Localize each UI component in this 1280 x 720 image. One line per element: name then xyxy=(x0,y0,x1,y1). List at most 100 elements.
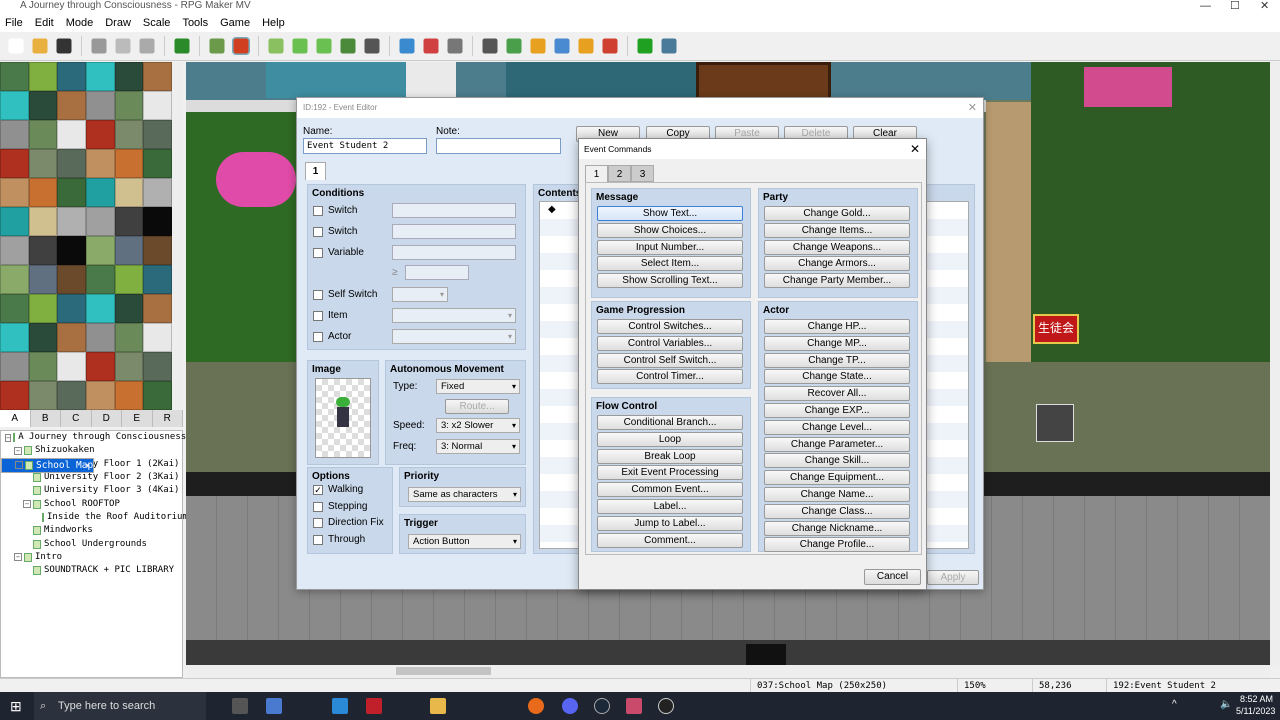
tile[interactable] xyxy=(85,381,115,410)
command-change-state-button[interactable]: Change State... xyxy=(764,369,910,385)
command-change-level-button[interactable]: Change Level... xyxy=(764,419,910,435)
command-conditional-branch-button[interactable]: Conditional Branch... xyxy=(597,415,743,430)
command-show-choices-button[interactable]: Show Choices... xyxy=(597,222,743,238)
command-control-timer-button[interactable]: Control Timer... xyxy=(597,369,743,385)
map-tree-item[interactable]: − School ROOFTOP xyxy=(1,497,182,510)
option-checkbox[interactable] xyxy=(313,518,323,528)
tile[interactable] xyxy=(0,120,29,149)
option-checkbox[interactable] xyxy=(313,501,323,512)
condition-checkbox[interactable] xyxy=(313,311,323,321)
event-image-picker[interactable] xyxy=(315,378,371,458)
rpg-maker-icon[interactable] xyxy=(626,698,642,714)
tile[interactable] xyxy=(143,236,172,265)
command-tab-2[interactable]: 2 xyxy=(608,165,631,182)
fill-icon[interactable] xyxy=(340,38,356,54)
tile[interactable] xyxy=(0,178,29,207)
condition-checkbox[interactable] xyxy=(313,332,323,342)
command-loop-button[interactable]: Loop xyxy=(597,431,743,447)
taskbar-search[interactable]: ⌕ Type here to search xyxy=(34,692,206,720)
condition-field[interactable] xyxy=(392,308,516,323)
tile[interactable] xyxy=(143,207,172,236)
condition-field[interactable] xyxy=(392,203,516,218)
resource-manager-icon[interactable] xyxy=(578,38,594,54)
tile[interactable] xyxy=(28,149,58,178)
condition-field[interactable] xyxy=(392,224,516,239)
collapse-icon[interactable]: − xyxy=(14,553,22,562)
tile[interactable] xyxy=(57,91,86,120)
map-tree-item[interactable]: Inside the Roof Auditorium xyxy=(1,511,188,524)
tile[interactable] xyxy=(143,323,172,352)
command-line[interactable]: ◆ xyxy=(548,204,556,215)
rectangle-icon[interactable] xyxy=(292,38,308,54)
undo-icon[interactable] xyxy=(174,38,190,54)
map-tree-item[interactable]: School Undergrounds xyxy=(1,537,182,550)
tile[interactable] xyxy=(114,323,144,352)
tile[interactable] xyxy=(0,381,29,410)
condition-checkbox[interactable] xyxy=(313,248,323,258)
map-tree-item[interactable]: Mindworks xyxy=(1,524,182,537)
calculator-icon[interactable] xyxy=(266,698,282,714)
command-comment-button[interactable]: Comment... xyxy=(597,532,743,548)
tile[interactable] xyxy=(0,149,29,178)
tile[interactable] xyxy=(114,265,144,294)
minimize-button[interactable]: — xyxy=(1200,0,1211,12)
collapse-icon[interactable]: − xyxy=(14,446,22,455)
tile[interactable] xyxy=(28,323,58,352)
command-label-button[interactable]: Label... xyxy=(597,499,743,514)
new-icon[interactable] xyxy=(8,38,24,54)
command-change-nickname-button[interactable]: Change Nickname... xyxy=(764,520,910,536)
sound-test-icon[interactable] xyxy=(530,38,546,54)
tile[interactable] xyxy=(57,178,86,207)
command-select-item-button[interactable]: Select Item... xyxy=(597,256,743,272)
tile[interactable] xyxy=(143,352,172,381)
priority-select[interactable]: Same as characters xyxy=(408,487,521,502)
route-button[interactable]: Route... xyxy=(445,399,509,414)
zoom-out-icon[interactable] xyxy=(423,38,439,54)
tileset-tab-d[interactable]: D xyxy=(92,410,122,427)
tile[interactable] xyxy=(143,62,172,91)
pencil-icon[interactable] xyxy=(268,38,284,54)
task-view-icon[interactable] xyxy=(232,698,248,714)
command-change-profile-button[interactable]: Change Profile... xyxy=(764,537,910,553)
menu-file[interactable]: File xyxy=(5,14,23,32)
actual-size-icon[interactable] xyxy=(447,38,463,54)
database-icon[interactable] xyxy=(482,38,498,54)
movement-type-select[interactable]: Fixed xyxy=(436,379,520,394)
command-change-weapons-button[interactable]: Change Weapons... xyxy=(764,239,910,255)
tile[interactable] xyxy=(28,236,58,265)
collapse-icon[interactable]: − xyxy=(15,461,23,470)
menu-game[interactable]: Game xyxy=(220,14,250,32)
command-recover-all-button[interactable]: Recover All... xyxy=(764,386,910,402)
character-generator-icon[interactable] xyxy=(602,38,618,54)
tile[interactable] xyxy=(28,120,58,149)
command-change-party-member-button[interactable]: Change Party Member... xyxy=(764,273,910,289)
tile[interactable] xyxy=(0,265,29,294)
file-explorer-icon[interactable] xyxy=(430,698,446,714)
command-control-self-switch-button[interactable]: Control Self Switch... xyxy=(597,352,743,368)
tileset-tab-e[interactable]: E xyxy=(122,410,153,427)
speed-select[interactable]: 3: x2 Slower xyxy=(436,418,520,433)
copy-icon[interactable] xyxy=(115,38,131,54)
tileset-tab-b[interactable]: B xyxy=(31,410,61,427)
tile[interactable] xyxy=(114,91,144,120)
tile[interactable] xyxy=(57,265,86,294)
map-mode-icon[interactable] xyxy=(209,38,225,54)
command-change-skill-button[interactable]: Change Skill... xyxy=(764,453,910,469)
tile[interactable] xyxy=(114,352,144,381)
tile[interactable] xyxy=(28,352,58,381)
condition-checkbox[interactable] xyxy=(313,227,323,237)
event-editor-close-icon[interactable]: ✕ xyxy=(968,101,977,114)
tile[interactable] xyxy=(28,91,58,120)
tile[interactable] xyxy=(28,381,58,410)
command-exit-event-processing-button[interactable]: Exit Event Processing xyxy=(597,465,743,481)
tile[interactable] xyxy=(57,207,86,236)
condition-field[interactable] xyxy=(392,287,448,302)
event-note-input[interactable] xyxy=(436,138,561,154)
map-tree-item[interactable]: SOUNDTRACK + PIC LIBRARY xyxy=(1,564,182,577)
volume-icon[interactable]: 🔈 xyxy=(1220,699,1232,710)
page-tab-1[interactable]: 1 xyxy=(305,162,326,180)
tile[interactable] xyxy=(85,207,115,236)
paste-icon[interactable] xyxy=(139,38,155,54)
command-common-event-button[interactable]: Common Event... xyxy=(597,482,743,498)
tileset-tab-c[interactable]: C xyxy=(61,410,92,427)
